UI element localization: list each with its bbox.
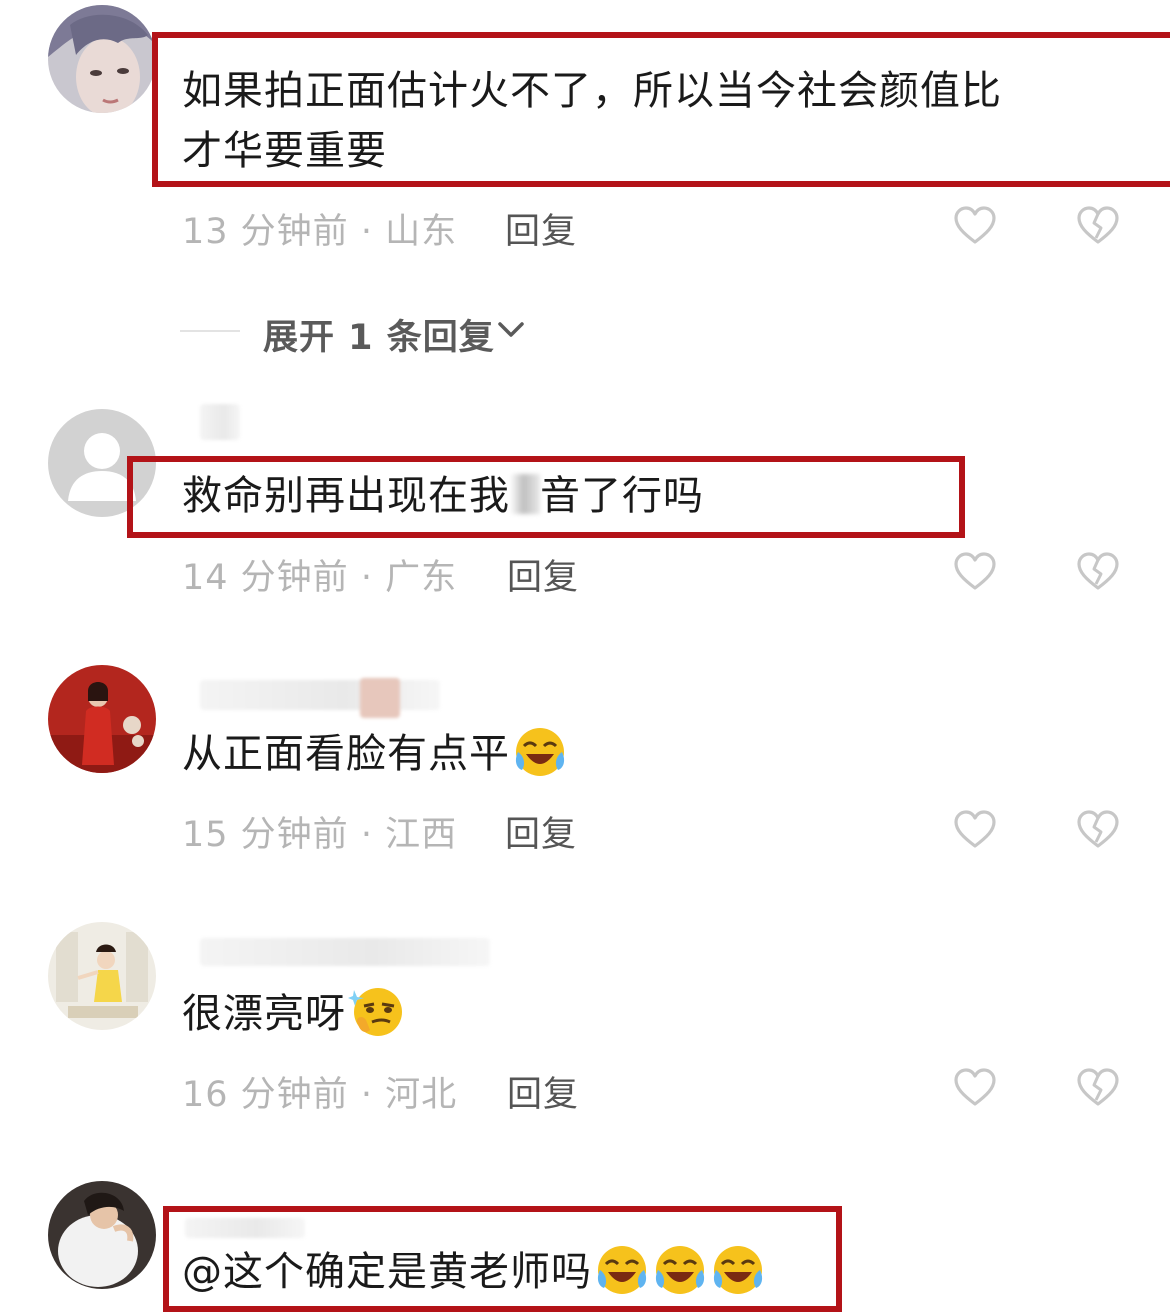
comment-text: 如果拍正面估计火不了，所以当今社会颜值比	[182, 68, 1002, 114]
comment-time: 15 分钟前	[182, 815, 349, 855]
laugh-cry-emoji	[710, 1242, 766, 1298]
comment-text: 救命别再出现在我 音了行吗	[182, 467, 704, 525]
comment-item: 如果拍正面估计火不了，所以当今社会颜值比 才华要重要 13 分钟前 · 山东 回…	[0, 0, 1170, 358]
chevron-down-icon[interactable]	[496, 318, 526, 342]
reply-button[interactable]: 回复	[505, 806, 577, 857]
comment-region: 山东	[385, 212, 458, 252]
like-icon[interactable]	[953, 1066, 997, 1110]
dislike-icon[interactable]	[1076, 550, 1120, 594]
comment-time: 14 分钟前	[182, 558, 349, 598]
username-blurred	[360, 678, 400, 718]
comment-text-part: @这个确定是黄老师吗	[182, 1249, 592, 1295]
comment-time: 16 分钟前	[182, 1075, 349, 1115]
meta-separator: ·	[360, 558, 373, 598]
meta-separator: ·	[360, 815, 373, 855]
laugh-cry-emoji	[594, 1242, 650, 1298]
comment-text: 才华要重要	[182, 128, 387, 174]
meta-separator: ·	[360, 212, 373, 252]
laugh-cry-emoji	[652, 1242, 708, 1298]
comment-text: @这个确定是黄老师吗	[182, 1243, 766, 1302]
reply-button[interactable]: 回复	[505, 203, 577, 254]
avatar[interactable]	[48, 5, 156, 113]
avatar[interactable]	[48, 922, 156, 1030]
reply-button[interactable]: 回复	[507, 1066, 579, 1117]
avatar[interactable]	[48, 1181, 156, 1289]
comment-meta: 13 分钟前 · 山东	[182, 203, 457, 254]
username-blurred	[200, 938, 490, 966]
comment-text-part: 音了行吗	[540, 473, 704, 519]
comment-region: 广东	[385, 558, 458, 598]
avatar[interactable]	[48, 665, 156, 773]
comment-meta: 16 分钟前 · 河北	[182, 1066, 457, 1117]
like-icon[interactable]	[953, 808, 997, 852]
expand-divider	[180, 330, 240, 332]
username-blurred	[200, 680, 440, 710]
dislike-icon[interactable]	[1076, 204, 1120, 248]
comment-text-part: 很漂亮呀	[182, 991, 346, 1037]
comment-region: 河北	[385, 1075, 458, 1115]
expand-replies-button[interactable]: 展开 1 条回复	[263, 309, 495, 360]
meta-separator: ·	[360, 1075, 373, 1115]
username-blurred	[185, 1218, 305, 1238]
reply-button[interactable]: 回复	[507, 549, 579, 600]
dislike-icon[interactable]	[1076, 808, 1120, 852]
comment-meta: 15 分钟前 · 江西	[182, 806, 457, 857]
redacted-text	[510, 474, 540, 514]
smirk-thinking-emoji	[348, 984, 404, 1040]
comment-text: 很漂亮呀	[182, 985, 404, 1044]
like-icon[interactable]	[953, 550, 997, 594]
comment-text-part: 救命别再出现在我	[182, 473, 510, 519]
dislike-icon[interactable]	[1076, 1066, 1120, 1110]
laugh-cry-emoji	[512, 724, 568, 780]
comment-text-part: 从正面看脸有点平	[182, 731, 510, 777]
username-blurred	[200, 404, 240, 440]
comment-region: 江西	[385, 815, 458, 855]
comment-meta: 14 分钟前 · 广东	[182, 549, 457, 600]
like-icon[interactable]	[953, 204, 997, 248]
comment-time: 13 分钟前	[182, 212, 349, 252]
comment-text: 从正面看脸有点平	[182, 725, 568, 784]
